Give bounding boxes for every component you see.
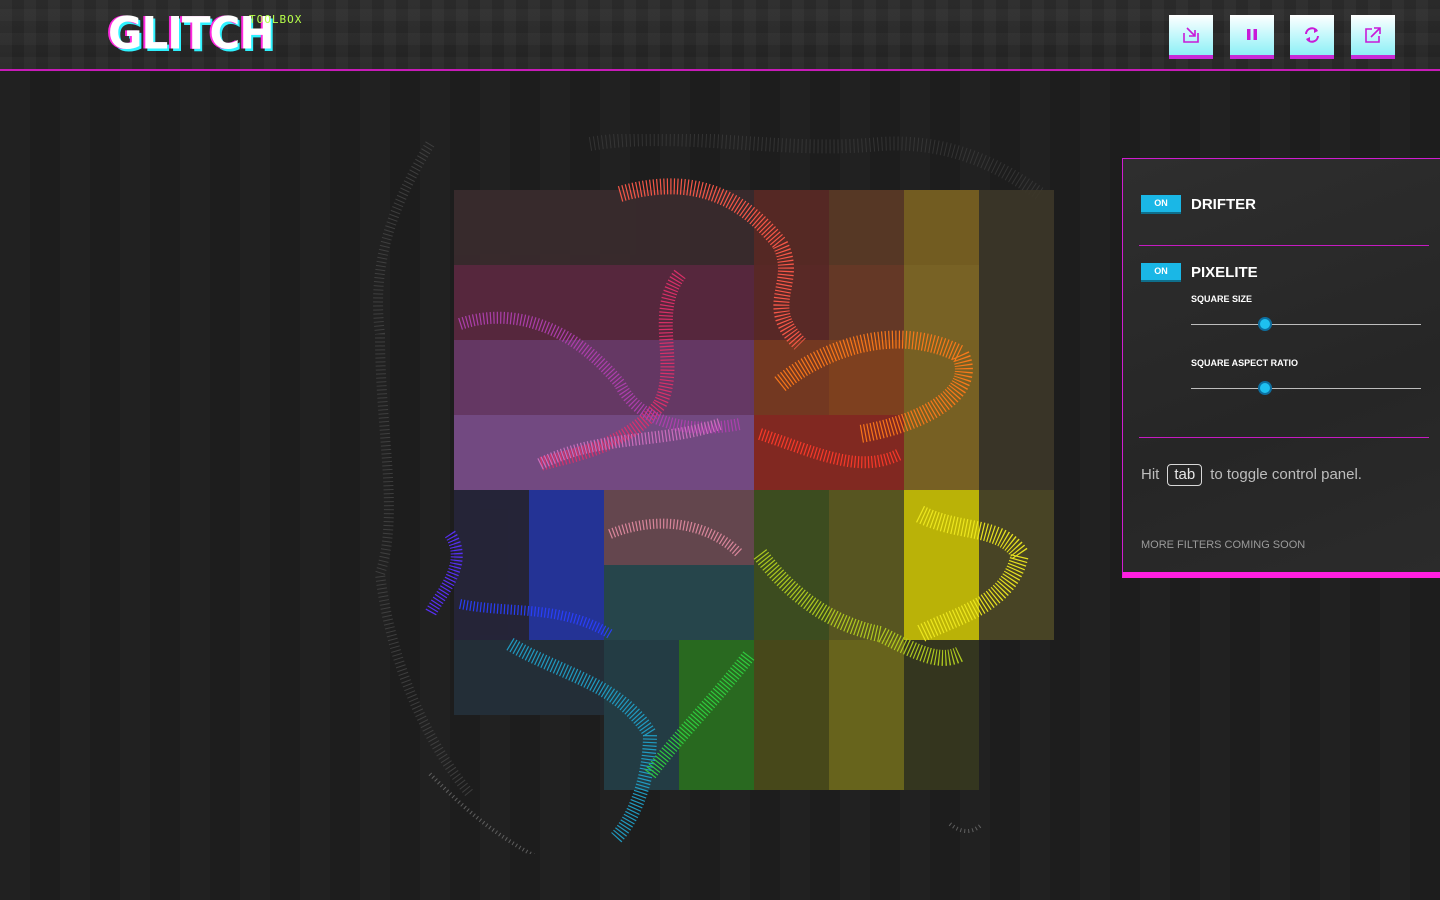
hint-suffix: to toggle control panel. [1210, 466, 1362, 483]
hint-prefix: Hit [1141, 466, 1160, 483]
panel-divider [1139, 437, 1429, 438]
refresh-button[interactable] [1290, 15, 1334, 59]
square-size-slider-thumb[interactable] [1257, 317, 1272, 331]
refresh-icon [1305, 27, 1319, 43]
pause-icon [1247, 29, 1257, 40]
external-link-icon [1365, 27, 1381, 43]
square-size-label: SQUARE SIZE [1191, 294, 1253, 304]
panel-divider [1139, 245, 1429, 246]
pixelite-filter-name: PIXELITE [1191, 264, 1258, 281]
download-icon [1183, 27, 1199, 43]
save-image-button[interactable] [1169, 15, 1213, 59]
glitch-artwork-canvas [373, 134, 1054, 854]
share-button[interactable] [1351, 15, 1395, 59]
square-aspect-ratio-slider-thumb[interactable] [1257, 381, 1272, 395]
drifter-filter-name: DRIFTER [1191, 196, 1256, 213]
app-logo-subtitle: TOOLBOX [249, 13, 303, 26]
pixelite-toggle[interactable]: ON [1141, 263, 1181, 280]
square-size-slider[interactable] [1191, 324, 1421, 325]
square-aspect-ratio-slider[interactable] [1191, 388, 1421, 389]
more-filters-notice: MORE FILTERS COMING SOON [1141, 539, 1306, 551]
keyboard-hint: Hit tab to toggle control panel. [1141, 464, 1362, 486]
control-panel: ON DRIFTER ON PIXELITE SQUARE SIZE SQUAR… [1122, 158, 1440, 578]
square-aspect-ratio-label: SQUARE ASPECT RATIO [1191, 358, 1299, 368]
tab-key-badge: tab [1167, 464, 1203, 486]
drifter-toggle[interactable]: ON [1141, 195, 1181, 212]
pause-button[interactable] [1230, 15, 1274, 59]
header-bar: GLITCH TOOLBOX [0, 0, 1440, 71]
